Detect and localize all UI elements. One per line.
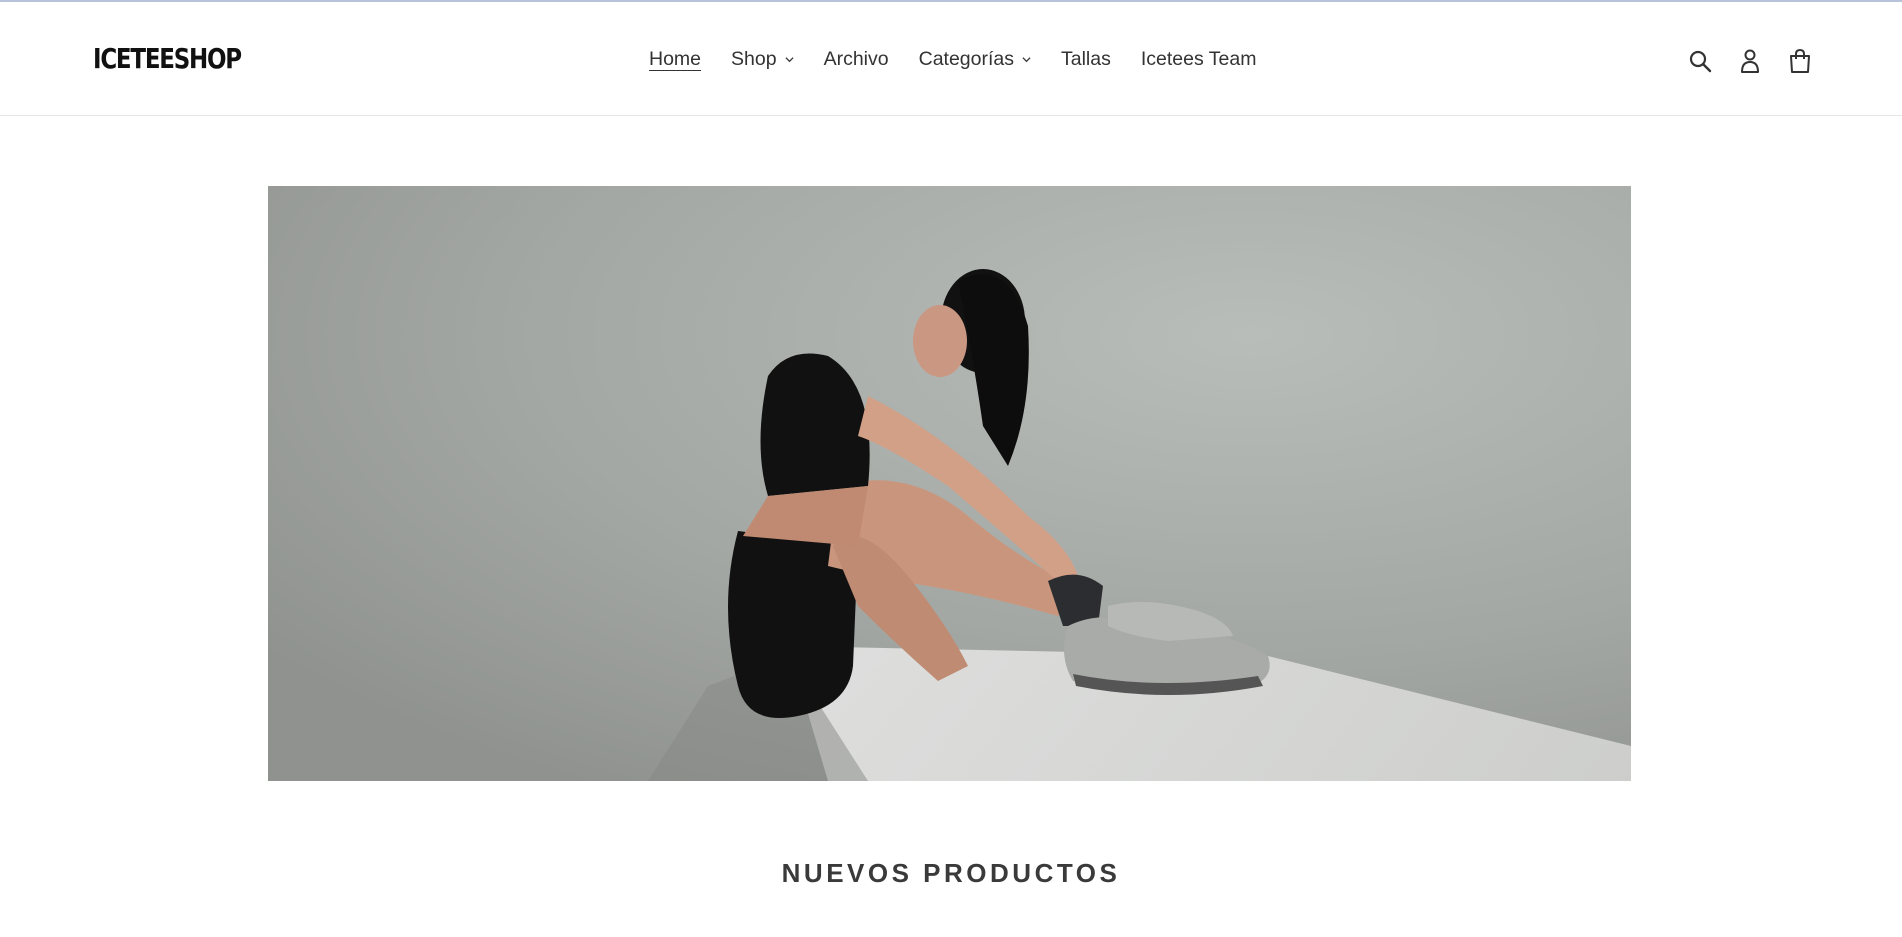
new-products-title: NUEVOS PRODUCTOS — [781, 858, 1121, 888]
nav-item-label: Home — [649, 48, 702, 70]
nav-item-tallas[interactable]: Tallas — [1061, 48, 1111, 71]
nav-item-shop[interactable]: Shop — [731, 48, 794, 71]
hero-image — [268, 186, 1631, 781]
nav-item-label: Shop — [731, 48, 777, 70]
nav-item-label: Tallas — [1061, 48, 1111, 70]
nav-item-label: Icetees Team — [1140, 48, 1257, 70]
logo[interactable]: ICETEESHOP — [93, 42, 242, 75]
account-icon — [1741, 49, 1759, 73]
header-icons — [1686, 46, 1814, 76]
cart-button[interactable] — [1786, 46, 1814, 76]
nav-item-categorias[interactable]: Categorías — [919, 48, 1031, 71]
nav-item-label: Archivo — [823, 48, 889, 70]
hero-banner[interactable] — [268, 186, 1631, 781]
search-button[interactable] — [1686, 46, 1714, 76]
nav-item-icetees-team[interactable]: Icetees Team — [1141, 48, 1257, 71]
search-icon — [1689, 50, 1712, 73]
cart-icon — [1790, 48, 1810, 73]
nav-item-label: Categorías — [918, 48, 1014, 70]
chevron-down-icon — [1022, 57, 1031, 63]
nav-item-home[interactable]: Home — [649, 48, 701, 71]
site-header: ICETEESHOP Home Shop Archivo Categorías … — [0, 2, 1902, 116]
nav-item-archivo[interactable]: Archivo — [824, 48, 889, 71]
chevron-down-icon — [785, 57, 794, 63]
main-nav: Home Shop Archivo Categorías Tallas Icet… — [649, 48, 1286, 71]
account-button[interactable] — [1736, 46, 1764, 76]
